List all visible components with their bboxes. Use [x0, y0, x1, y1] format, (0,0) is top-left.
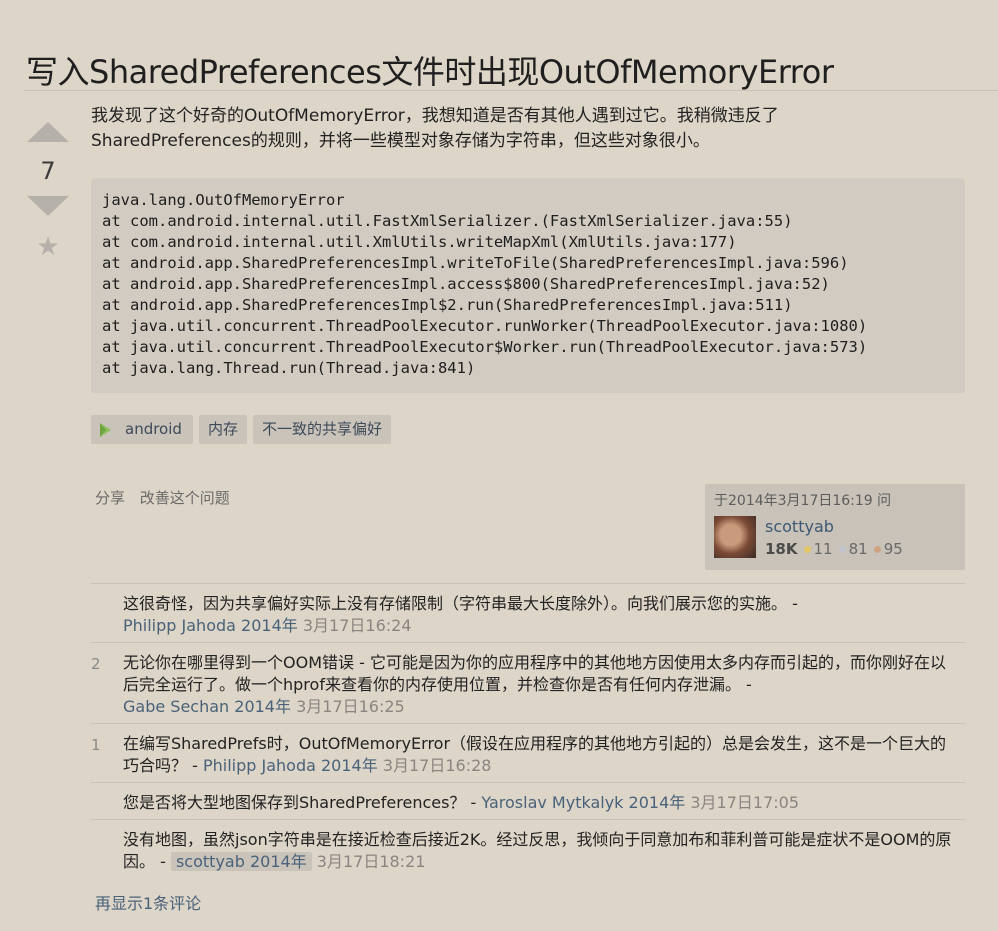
share-link[interactable]: 分享: [95, 489, 125, 507]
comment-date-link[interactable]: 3月17日18:21: [317, 852, 426, 871]
comment-user-link[interactable]: scottyab 2014年: [170, 852, 312, 871]
vote-column: 7 ★: [24, 112, 72, 260]
code-line: at com.android.internal.util.XmlUtils.wr…: [102, 233, 737, 251]
question-body: 我发现了这个好奇的OutOfMemoryError，我想知道是否有其他人遇到过它…: [91, 104, 965, 444]
code-line: at java.lang.Thread.run(Thread.java:841): [102, 359, 476, 377]
gold-badge-icon: [803, 546, 811, 553]
comment-date-link[interactable]: 3月17日17:05: [690, 793, 799, 812]
comment-score: [91, 783, 123, 819]
comment-date-link[interactable]: 3月17日16:25: [296, 697, 405, 716]
comment-text: 您是否将大型地图保存到SharedPreferences？ -: [123, 793, 477, 812]
comment-user-link[interactable]: Yaroslav Mytkalyk 2014年: [481, 793, 685, 812]
tag-label: 内存: [207, 420, 238, 438]
tag-label: 不一致的共享偏好: [261, 420, 382, 438]
stack-trace-code-block: java.lang.OutOfMemoryError at com.androi…: [91, 178, 965, 393]
comment-body: 无论你在哪里得到一个OOM错误 - 它可能是因为你的应用程序中的其他地方因使用太…: [123, 643, 961, 723]
code-line: at android.app.SharedPreferencesImpl$2.r…: [102, 296, 793, 314]
asked-timestamp[interactable]: 于2014年3月17日16:19 问: [714, 490, 891, 510]
code-line: at android.app.SharedPreferencesImpl.acc…: [102, 275, 830, 293]
comment-body: 这很奇怪，因为共享偏好实际上没有存储限制（字符串最大长度除外）。向我们展示您的实…: [123, 584, 798, 642]
comment-item: 没有地图，虽然json字符串是在接近检查后接近2K。经过反思，我倾向于同意加布和…: [91, 819, 965, 876]
tag-android[interactable]: android: [91, 415, 193, 444]
comment-text: 无论你在哪里得到一个OOM错误 - 它可能是因为你的应用程序中的其他地方因使用太…: [123, 653, 946, 694]
silver-badge-icon: [838, 546, 846, 553]
question-text-line-2: SharedPreferences的规则，并将一些模型对象存储为字符串，但这些对…: [91, 131, 710, 151]
reputation-score: 18K: [765, 540, 798, 558]
show-more-comments-link[interactable]: 再显示1条评论: [95, 890, 201, 914]
comment-date-link[interactable]: 3月17日16:24: [303, 616, 412, 635]
code-line: at android.app.SharedPreferencesImpl.wri…: [102, 254, 849, 272]
post-menu: 分享 改善这个问题: [95, 487, 240, 508]
vote-count: 7: [40, 157, 56, 185]
code-line: at java.util.concurrent.ThreadPoolExecut…: [102, 338, 868, 356]
comment-score: 1: [91, 736, 101, 754]
improve-question-link[interactable]: 改善这个问题: [140, 489, 230, 507]
code-line: at com.android.internal.util.FastXmlSeri…: [102, 212, 793, 230]
tag-label: android: [125, 420, 182, 438]
comment-body: 您是否将大型地图保存到SharedPreferences？ - Yaroslav…: [123, 783, 799, 819]
bronze-badge-count: 95: [883, 540, 903, 558]
comment-item: 2 无论你在哪里得到一个OOM错误 - 它可能是因为你的应用程序中的其他地方因使…: [91, 642, 965, 723]
comment-item: 这很奇怪，因为共享偏好实际上没有存储限制（字符串最大长度除外）。向我们展示您的实…: [91, 583, 965, 642]
bronze-badge-icon: [873, 546, 881, 553]
owner-username[interactable]: scottyab: [765, 517, 834, 536]
comment-date-link[interactable]: 3月17日16:28: [383, 756, 492, 775]
question-owner-card: 于2014年3月17日16:19 问 scottyab 18K 11 81 95: [705, 484, 965, 570]
comment-user-link[interactable]: Philipp Jahoda 2014年: [123, 616, 298, 635]
avatar[interactable]: [714, 516, 756, 558]
android-icon: [100, 422, 111, 437]
comment-score: 2: [91, 655, 101, 673]
comment-body: 没有地图，虽然json字符串是在接近检查后接近2K。经过反思，我倾向于同意加布和…: [123, 820, 961, 876]
silver-badge-count: 81: [848, 540, 868, 558]
comment-text: 这很奇怪，因为共享偏好实际上没有存储限制（字符串最大长度除外）。向我们展示您的实…: [123, 594, 798, 613]
tag-list: android 内存 不一致的共享偏好: [91, 415, 965, 444]
vote-down-icon[interactable]: [27, 196, 69, 216]
code-line: java.lang.OutOfMemoryError: [102, 191, 345, 209]
comment-user-link[interactable]: Gabe Sechan 2014年: [123, 697, 291, 716]
comment-body: 在编写SharedPrefs时，OutOfMemoryError（假设在应用程序…: [123, 724, 961, 782]
comment-score: [91, 584, 123, 642]
tag-memory[interactable]: 内存: [198, 415, 247, 444]
title-divider: [24, 90, 998, 91]
comment-score: [91, 820, 123, 876]
comment-user-link[interactable]: Philipp Jahoda 2014年: [203, 756, 378, 775]
tag-inconsistent-sharedprefs[interactable]: 不一致的共享偏好: [252, 415, 391, 444]
gold-badge-count: 11: [813, 540, 833, 558]
vote-up-icon[interactable]: [27, 122, 69, 142]
code-line: at java.util.concurrent.ThreadPoolExecut…: [102, 317, 868, 335]
owner-reputation: 18K 11 81 95: [765, 540, 903, 558]
comment-item: 1 在编写SharedPrefs时，OutOfMemoryError（假设在应用…: [91, 723, 965, 782]
question-text: 我发现了这个好奇的OutOfMemoryError，我想知道是否有其他人遇到过它…: [91, 104, 965, 154]
comment-list: 这很奇怪，因为共享偏好实际上没有存储限制（字符串最大长度除外）。向我们展示您的实…: [91, 583, 965, 876]
question-title[interactable]: 写入SharedPreferences文件时出现OutOfMemoryError: [26, 47, 834, 93]
comment-item: 您是否将大型地图保存到SharedPreferences？ - Yaroslav…: [91, 782, 965, 819]
favorite-star-icon[interactable]: ★: [24, 234, 72, 260]
question-text-line-1: 我发现了这个好奇的OutOfMemoryError，我想知道是否有其他人遇到过它…: [91, 106, 779, 126]
